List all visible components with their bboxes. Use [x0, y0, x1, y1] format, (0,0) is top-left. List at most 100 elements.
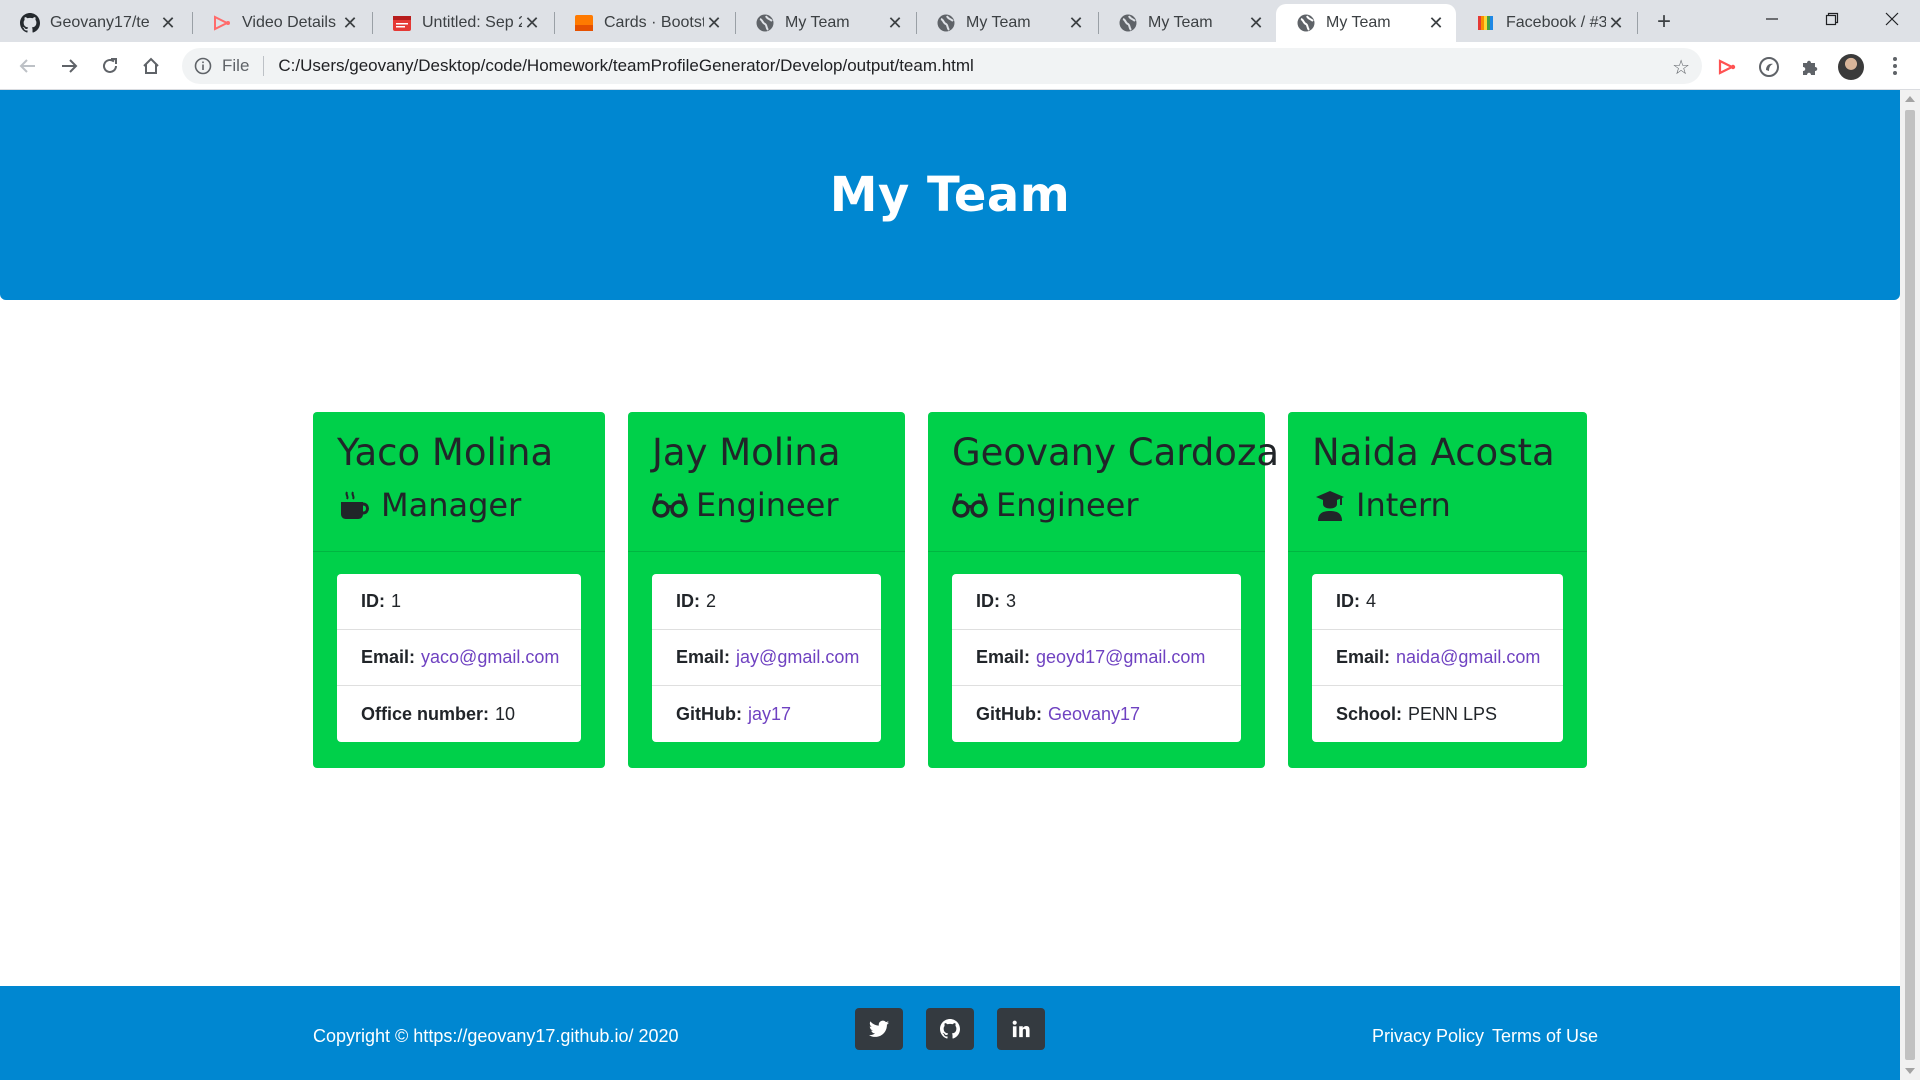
- id-label: ID:: [676, 591, 700, 611]
- details-list: ID: 3 Email: geoyd17@gmail.com GitHub: Geov…: [952, 574, 1241, 742]
- email-item: Email: geoyd17@gmail.com: [952, 630, 1241, 686]
- email-link[interactable]: naida@gmail.com: [1396, 647, 1540, 668]
- github-label: GitHub:: [976, 703, 1042, 724]
- scroll-down-icon[interactable]: [1905, 1068, 1915, 1074]
- card-body: ID: 4 Email: naida@gmail.com School: PENN L…: [1288, 552, 1587, 764]
- forward-button[interactable]: [55, 52, 83, 80]
- details-list: ID: 2 Email: jay@gmail.com GitHub: jay17: [652, 574, 881, 742]
- email-link[interactable]: yaco@gmail.com: [421, 647, 559, 668]
- tab-title: My Team: [1326, 14, 1391, 31]
- card-header: Yaco Molina Manager: [313, 412, 605, 552]
- url-scheme-label: File: [222, 56, 250, 75]
- office-number-value: 10: [495, 703, 516, 724]
- close-icon[interactable]: ✕: [885, 13, 905, 34]
- tab-my-team-2[interactable]: My Team ✕: [916, 4, 1096, 42]
- privacy-policy-link[interactable]: Privacy Policy: [1372, 1026, 1484, 1047]
- clapperboard-icon: [392, 13, 412, 33]
- tab-facebook[interactable]: Facebook / #3 ✕: [1456, 4, 1636, 42]
- close-icon[interactable]: ✕: [522, 13, 542, 34]
- details-list: ID: 4 Email: naida@gmail.com School: PENN L…: [1312, 574, 1563, 742]
- tab-cards-bootstrap[interactable]: Cards · Bootstr ✕: [554, 4, 734, 42]
- tab-my-team-3[interactable]: My Team ✕: [1098, 4, 1276, 42]
- card-body: ID: 1 Email: yaco@gmail.com Office number:…: [313, 552, 605, 764]
- home-button[interactable]: [137, 52, 165, 80]
- email-link[interactable]: jay@gmail.com: [736, 647, 859, 668]
- tab-strip: Geovany17/te ✕ Video Details - ✕ Untitle…: [0, 0, 1920, 42]
- close-icon[interactable]: ✕: [704, 13, 724, 34]
- twitter-button[interactable]: [855, 1008, 903, 1050]
- minimize-icon: [1766, 18, 1778, 20]
- employee-name: Naida Acosta: [1312, 431, 1555, 474]
- close-icon[interactable]: ✕: [1606, 13, 1626, 34]
- tab-my-team-active[interactable]: My Team ✕: [1276, 4, 1456, 42]
- browser-toolbar: File C:/Users/geovany/Desktop/code/Homew…: [0, 42, 1920, 90]
- close-window-button[interactable]: [1862, 0, 1920, 38]
- employee-card: Geovany Cardoza Engineer ID: 3 Email: geoy…: [928, 412, 1279, 768]
- globe-icon: [1118, 13, 1138, 33]
- info-icon: [194, 57, 212, 75]
- github-link[interactable]: Geovany17: [1048, 704, 1140, 725]
- email-item: Email: jay@gmail.com: [652, 630, 881, 686]
- close-icon[interactable]: ✕: [1066, 13, 1086, 34]
- terms-of-use-link[interactable]: Terms of Use: [1492, 1026, 1598, 1047]
- graduate-icon: [1312, 488, 1348, 522]
- email-label: Email:: [976, 647, 1031, 667]
- rainbow-icon: [1476, 13, 1496, 33]
- email-label: Email:: [361, 647, 416, 667]
- id-item: ID: 1: [337, 574, 581, 630]
- linkedin-icon: [1012, 1020, 1030, 1038]
- tab-title: Facebook / #3: [1506, 14, 1606, 31]
- tab-github[interactable]: Geovany17/te ✕: [0, 4, 188, 42]
- close-icon[interactable]: ✕: [340, 13, 360, 34]
- more-vert-icon[interactable]: [1885, 52, 1905, 80]
- minimize-button[interactable]: [1742, 0, 1802, 38]
- close-icon[interactable]: ✕: [1426, 13, 1446, 34]
- email-link[interactable]: geoyd17@gmail.com: [1036, 647, 1205, 668]
- role-label: Manager: [381, 486, 522, 524]
- address-bar[interactable]: File C:/Users/geovany/Desktop/code/Homew…: [182, 48, 1702, 84]
- puzzle-icon[interactable]: [1797, 54, 1823, 80]
- tab-my-team-1[interactable]: My Team ✕: [735, 4, 915, 42]
- id-item: ID: 4: [1312, 574, 1563, 630]
- restore-button[interactable]: [1802, 0, 1862, 38]
- profile-avatar[interactable]: [1838, 54, 1864, 80]
- employee-card: Naida Acosta Intern ID: 4 Email: naida@gma…: [1288, 412, 1587, 768]
- restore-icon: [1825, 12, 1839, 26]
- tab-untitled[interactable]: Untitled: Sep 2 ✕: [372, 4, 552, 42]
- github-icon: [940, 1019, 960, 1039]
- github-link[interactable]: jay17: [748, 704, 791, 725]
- reload-button[interactable]: [96, 52, 124, 80]
- card-header: Geovany Cardoza Engineer: [928, 412, 1279, 552]
- new-tab-button[interactable]: +: [1650, 8, 1678, 36]
- extension-circle-icon[interactable]: [1756, 54, 1782, 80]
- github-label: GitHub:: [676, 703, 742, 724]
- id-label: ID:: [976, 591, 1000, 611]
- id-value: 2: [706, 591, 717, 611]
- card-body: ID: 2 Email: jay@gmail.com GitHub: jay17: [628, 552, 905, 764]
- github-item: GitHub: Geovany17: [952, 686, 1241, 742]
- employee-role: Manager: [337, 478, 583, 532]
- bootstrap-icon: [574, 13, 594, 33]
- bookmark-star-icon[interactable]: ☆: [1672, 55, 1690, 80]
- extension-video-icon[interactable]: [1714, 54, 1740, 80]
- tab-title: Untitled: Sep 2: [422, 14, 522, 31]
- github-item: GitHub: jay17: [652, 686, 881, 742]
- tab-title: Geovany17/te: [50, 14, 150, 31]
- details-list: ID: 1 Email: yaco@gmail.com Office number:…: [337, 574, 581, 742]
- linkedin-button[interactable]: [997, 1008, 1045, 1050]
- url-text[interactable]: C:/Users/geovany/Desktop/code/Homework/t…: [278, 56, 973, 76]
- scroll-up-icon[interactable]: [1905, 96, 1915, 102]
- tab-title: My Team: [1148, 14, 1213, 31]
- back-button[interactable]: [14, 52, 42, 80]
- github-button[interactable]: [926, 1008, 974, 1050]
- card-header: Naida Acosta Intern: [1288, 412, 1587, 552]
- page-viewport: My Team Yaco Molina Manager ID: 1 Email: y…: [0, 90, 1900, 1080]
- id-item: ID: 2: [652, 574, 881, 630]
- close-icon[interactable]: ✕: [1246, 13, 1266, 34]
- video-icon: [212, 13, 232, 33]
- tab-video-details[interactable]: Video Details - ✕: [192, 4, 370, 42]
- scroll-thumb[interactable]: [1905, 110, 1915, 1060]
- vertical-scrollbar[interactable]: [1900, 90, 1920, 1080]
- close-icon[interactable]: ✕: [158, 13, 178, 34]
- role-label: Engineer: [996, 486, 1139, 524]
